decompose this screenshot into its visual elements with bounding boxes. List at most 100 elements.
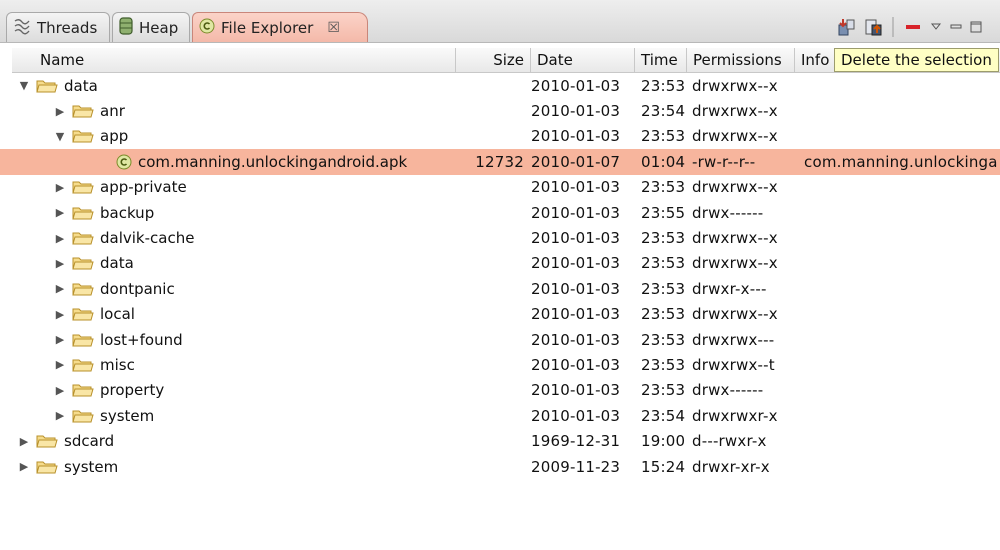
collapsed-arrow-icon[interactable]: ▶ bbox=[16, 435, 32, 448]
file-time: 23:53 bbox=[641, 178, 686, 197]
collapsed-arrow-icon[interactable]: ▶ bbox=[52, 308, 68, 321]
name-cell: ▶ system bbox=[52, 403, 154, 428]
name-cell: ▶ dontpanic bbox=[52, 276, 175, 301]
tab-threads[interactable]: Threads bbox=[6, 12, 110, 42]
file-time: 23:53 bbox=[641, 279, 686, 298]
file-date: 2010-01-07 bbox=[531, 152, 621, 171]
folder-icon bbox=[72, 357, 94, 373]
file-time: 23:53 bbox=[641, 355, 686, 374]
push-file-icon[interactable] bbox=[862, 16, 884, 38]
file-time: 23:55 bbox=[641, 203, 686, 222]
tree-row-folder[interactable]: ▶ dalvik-cache 2010-01-03 23:53 drwxrwx--x bbox=[0, 225, 1000, 250]
collapsed-arrow-icon[interactable]: ▶ bbox=[52, 232, 68, 245]
expanded-arrow-icon[interactable]: ▼ bbox=[52, 130, 68, 143]
file-name: property bbox=[100, 381, 165, 400]
file-date: 2010-01-03 bbox=[531, 127, 621, 146]
tree-row-folder[interactable]: ▶ system 2009-11-23 15:24 drwxr-xr-x bbox=[0, 454, 1000, 479]
tree-row-folder[interactable]: ▶ lost+found 2010-01-03 23:53 drwxrwx--- bbox=[0, 327, 1000, 352]
collapsed-arrow-icon[interactable]: ▶ bbox=[52, 206, 68, 219]
file-time: 01:04 bbox=[641, 152, 686, 171]
close-tab-icon[interactable]: ☒ bbox=[327, 20, 340, 36]
column-name-header[interactable]: Name bbox=[12, 48, 456, 72]
maximize-icon[interactable] bbox=[968, 16, 984, 38]
pull-file-icon[interactable] bbox=[836, 16, 858, 38]
file-permissions: drwx------ bbox=[692, 381, 764, 400]
file-time: 23:53 bbox=[641, 254, 686, 273]
delete-icon[interactable] bbox=[902, 16, 924, 38]
name-cell: ▶ anr bbox=[52, 98, 125, 123]
file-name: system bbox=[64, 457, 119, 476]
folder-icon bbox=[36, 78, 58, 94]
file-time: 23:53 bbox=[641, 229, 686, 248]
collapsed-arrow-icon[interactable]: ▶ bbox=[52, 384, 68, 397]
file-permissions: -rw-r--r-- bbox=[692, 152, 756, 171]
file-date: 2010-01-03 bbox=[531, 102, 621, 121]
view-menu-icon[interactable] bbox=[928, 16, 944, 38]
tree-row-folder[interactable]: ▶ app-private 2010-01-03 23:53 drwxrwx--x bbox=[0, 175, 1000, 200]
file-time: 23:53 bbox=[641, 127, 686, 146]
file-name: app-private bbox=[100, 178, 187, 197]
tree-row-folder[interactable]: ▶ data 2010-01-03 23:53 drwxrwx--x bbox=[0, 251, 1000, 276]
collapsed-arrow-icon[interactable]: ▶ bbox=[52, 282, 68, 295]
file-date: 2010-01-03 bbox=[531, 305, 621, 324]
tree-row-folder[interactable]: ▼ data 2010-01-03 23:53 drwxrwx--x bbox=[0, 73, 1000, 98]
tree-row-folder[interactable]: ▶ property 2010-01-03 23:53 drwx------ bbox=[0, 378, 1000, 403]
file-name: anr bbox=[100, 102, 125, 121]
file-time: 23:53 bbox=[641, 76, 686, 95]
file-time: 23:53 bbox=[641, 381, 686, 400]
collapsed-arrow-icon[interactable]: ▶ bbox=[52, 181, 68, 194]
tree-row-folder[interactable]: ▶ anr 2010-01-03 23:54 drwxrwx--x bbox=[0, 98, 1000, 123]
tree-row-folder[interactable]: ▼ app 2010-01-03 23:53 drwxrwx--x bbox=[0, 124, 1000, 149]
file-date: 2010-01-03 bbox=[531, 203, 621, 222]
tree-row-folder[interactable]: ▶ dontpanic 2010-01-03 23:53 drwxr-x--- bbox=[0, 276, 1000, 301]
collapsed-arrow-icon[interactable]: ▶ bbox=[52, 409, 68, 422]
column-size-header[interactable]: Size bbox=[456, 48, 531, 72]
file-date: 2009-11-23 bbox=[531, 457, 621, 476]
file-info: com.manning.unlockinga bbox=[804, 152, 998, 171]
file-permissions: drwxrwx--- bbox=[692, 330, 775, 349]
collapsed-arrow-icon[interactable]: ▶ bbox=[52, 105, 68, 118]
collapsed-arrow-icon[interactable]: ▶ bbox=[16, 460, 32, 473]
tree-row-folder[interactable]: ▶ misc 2010-01-03 23:53 drwxrwx--t bbox=[0, 352, 1000, 377]
collapsed-arrow-icon[interactable]: ▶ bbox=[52, 358, 68, 371]
name-cell: ▼ app bbox=[52, 124, 128, 149]
folder-icon bbox=[72, 255, 94, 271]
tree-row-file[interactable]: com.manning.unlockingandroid.apk 12732 201… bbox=[0, 149, 1000, 175]
column-date-header[interactable]: Date bbox=[531, 48, 635, 72]
minimize-icon[interactable] bbox=[948, 16, 964, 38]
file-name: misc bbox=[100, 355, 135, 374]
expanded-arrow-icon[interactable]: ▼ bbox=[16, 79, 32, 92]
tree-row-folder[interactable]: ▶ backup 2010-01-03 23:55 drwx------ bbox=[0, 200, 1000, 225]
file-permissions: drwxrwx--x bbox=[692, 76, 778, 95]
tab-file-explorer[interactable]: File Explorer ☒ bbox=[192, 12, 368, 42]
file-date: 2010-01-03 bbox=[531, 254, 621, 273]
file-permissions: drwxrwx--x bbox=[692, 229, 778, 248]
collapsed-arrow-icon[interactable]: ▶ bbox=[52, 257, 68, 270]
collapsed-arrow-icon[interactable]: ▶ bbox=[52, 333, 68, 346]
file-date: 2010-01-03 bbox=[531, 76, 621, 95]
tree-row-folder[interactable]: ▶ system 2010-01-03 23:54 drwxrwxr-x bbox=[0, 403, 1000, 428]
file-name: data bbox=[100, 254, 134, 273]
tree-row-folder[interactable]: ▶ sdcard 1969-12-31 19:00 d---rwxr-x bbox=[0, 428, 1000, 453]
file-date: 2010-01-03 bbox=[531, 330, 621, 349]
file-name: backup bbox=[100, 203, 155, 222]
tree-row-folder[interactable]: ▶ local 2010-01-03 23:53 drwxrwx--x bbox=[0, 302, 1000, 327]
file-time: 23:54 bbox=[641, 102, 686, 121]
tooltip: Delete the selection bbox=[834, 48, 999, 72]
file-permissions: drwxrwx--x bbox=[692, 127, 778, 146]
view-tab-bar: Threads Heap File Explorer ☒ bbox=[0, 0, 1000, 43]
folder-icon bbox=[72, 332, 94, 348]
tab-heap[interactable]: Heap bbox=[112, 12, 190, 42]
file-permissions: drwxr-xr-x bbox=[692, 457, 770, 476]
folder-icon bbox=[72, 230, 94, 246]
toolbar-separator bbox=[888, 16, 898, 38]
column-time-header[interactable]: Time bbox=[635, 48, 687, 72]
file-name: local bbox=[100, 305, 135, 324]
tab-threads-label: Threads bbox=[37, 18, 98, 37]
file-date: 2010-01-03 bbox=[531, 279, 621, 298]
folder-icon bbox=[72, 103, 94, 119]
file-time: 23:53 bbox=[641, 330, 686, 349]
name-cell: ▶ lost+found bbox=[52, 327, 183, 352]
column-permissions-header[interactable]: Permissions bbox=[687, 48, 795, 72]
file-name: dalvik-cache bbox=[100, 229, 195, 248]
